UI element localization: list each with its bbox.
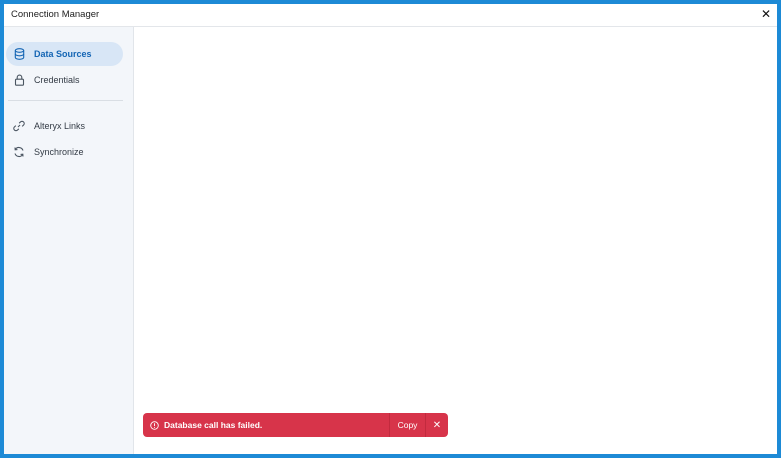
alert-circle-icon xyxy=(149,420,159,430)
title-bar: Connection Manager ✕ xyxy=(4,4,777,27)
error-toast: Database call has failed. Copy ✕ xyxy=(143,413,448,437)
connection-manager-window: Connection Manager ✕ Data Sources Creden… xyxy=(0,0,781,458)
sidebar-item-alteryx-links[interactable]: Alteryx Links xyxy=(6,114,123,138)
sidebar-divider xyxy=(8,100,123,101)
toast-close-button[interactable]: ✕ xyxy=(426,420,448,431)
sync-icon xyxy=(12,145,26,159)
lock-icon xyxy=(12,73,26,87)
database-icon xyxy=(12,47,26,61)
link-icon xyxy=(12,119,26,133)
sidebar-item-label: Synchronize xyxy=(34,147,84,157)
sidebar-item-label: Data Sources xyxy=(34,49,92,59)
sidebar-item-data-sources[interactable]: Data Sources xyxy=(6,42,123,66)
main-content-area xyxy=(134,27,777,454)
copy-button[interactable]: Copy xyxy=(390,420,425,430)
close-icon: ✕ xyxy=(760,7,772,21)
toast-message: Database call has failed. xyxy=(164,420,263,430)
window-close-button[interactable]: ✕ xyxy=(757,5,775,23)
sidebar: Data Sources Credentials Alteryx Links S… xyxy=(4,27,134,454)
sidebar-item-credentials[interactable]: Credentials xyxy=(6,68,123,92)
sidebar-item-label: Alteryx Links xyxy=(34,121,86,131)
window-title: Connection Manager xyxy=(11,9,100,20)
sidebar-item-synchronize[interactable]: Synchronize xyxy=(6,140,123,164)
sidebar-item-label: Credentials xyxy=(34,75,80,85)
